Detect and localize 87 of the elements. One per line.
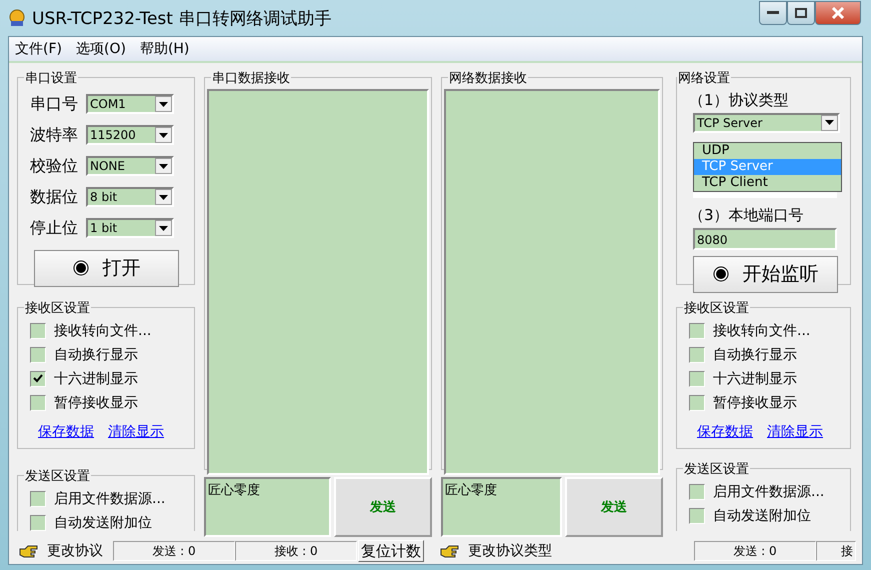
checkbox-label: 十六进制显示 (713, 370, 797, 388)
close-icon (831, 7, 845, 19)
dropdown[interactable]: 1 bit (86, 218, 174, 238)
field-label: 停止位 (30, 218, 79, 239)
dropdown[interactable]: COM1 (86, 94, 174, 114)
checkbox[interactable] (689, 508, 705, 524)
field-label: （1）协议类型 (689, 90, 790, 110)
group-title: 发送区设置 (683, 460, 750, 478)
maximize-button[interactable] (787, 1, 815, 25)
checkbox-label: 暂停接收显示 (54, 394, 138, 412)
dropdown-arrow-icon (159, 132, 168, 138)
dropdown-arrow-icon (825, 120, 834, 126)
checkbox[interactable] (30, 322, 46, 339)
minimize-button[interactable] (759, 1, 787, 25)
checkbox[interactable] (30, 346, 46, 363)
reset-count-button[interactable]: 复位计数 (358, 540, 424, 562)
group-title: 串口设置 (24, 70, 78, 87)
dropdown[interactable]: 115200 (86, 125, 174, 146)
sent-count: 发送 : 0 (694, 541, 816, 562)
dropdown-option[interactable]: UDP (694, 142, 841, 159)
received-count: 接 (816, 541, 856, 562)
dropdown-option[interactable]: TCP Client (694, 174, 841, 191)
checkbox-label: 暂停接收显示 (713, 394, 797, 412)
checkbox[interactable] (689, 370, 705, 387)
field-label: 波特率 (30, 124, 79, 146)
minimize-icon (767, 11, 779, 15)
checkbox[interactable] (30, 490, 46, 507)
dropdown[interactable]: 8 bit (86, 187, 174, 208)
dropdown-arrow-icon (159, 194, 168, 200)
dropdown-arrow-icon (159, 102, 168, 107)
open-button[interactable]: 打开 (34, 250, 179, 287)
group-title: 网络数据接收 (448, 70, 528, 87)
pointing-hand-icon (19, 544, 39, 558)
group-title: 串口数据接收 (211, 70, 291, 87)
radio-dot-icon (712, 266, 728, 282)
sent-count: 发送 : 0 (113, 541, 235, 562)
checkbox-label: 自动换行显示 (713, 346, 797, 364)
status-hint: 更改协议 (47, 542, 104, 560)
checkbox-label: 启用文件数据源... (713, 482, 824, 501)
close-button[interactable] (815, 1, 861, 25)
dropdown-arrow-icon (159, 164, 168, 169)
checkbox[interactable] (30, 394, 46, 411)
menu-item[interactable]: 选项(O) (76, 40, 126, 58)
dropdown[interactable]: NONE (86, 156, 174, 176)
field-label: 数据位 (30, 186, 79, 208)
send-text-area[interactable]: 匠心零度 (204, 476, 331, 537)
dropdown[interactable]: TCP Server (693, 112, 840, 133)
checkbox[interactable] (689, 484, 705, 500)
pointing-hand-icon (440, 544, 460, 558)
group-title: 发送区设置 (24, 468, 91, 485)
group-title: 网络设置 (677, 70, 731, 87)
dropdown-arrow-icon (159, 226, 168, 231)
app-logo-icon (8, 9, 26, 27)
checkbox[interactable] (689, 394, 705, 411)
checkmark-icon (33, 374, 43, 384)
text-link[interactable]: 保存数据 (697, 422, 753, 441)
group-title: 接收区设置 (683, 300, 750, 317)
checkbox[interactable] (689, 322, 705, 339)
checkbox-label: 自动发送附加位 (54, 514, 152, 531)
text-link[interactable]: 清除显示 (108, 422, 164, 441)
checkbox-label: 接收转向文件... (54, 322, 152, 340)
checkbox-label: 接收转向文件... (713, 322, 810, 340)
text-link[interactable]: 保存数据 (38, 422, 94, 441)
checkbox[interactable] (30, 514, 46, 531)
send-button[interactable]: 发送 (334, 476, 432, 537)
radio-dot-icon (72, 260, 88, 276)
send-button[interactable]: 发送 (565, 476, 663, 537)
window-title: USR-TCP232-Test 串口转网络调试助手 (32, 8, 332, 30)
checkbox[interactable] (689, 346, 705, 363)
checkbox-label: 启用文件数据源... (54, 490, 166, 508)
listen-button[interactable]: 开始监听 (693, 256, 838, 293)
field-label: （3）本地端口号 (689, 206, 805, 225)
menu-item[interactable]: 文件(F) (15, 40, 62, 58)
field-label: 校验位 (30, 156, 79, 177)
menu-item[interactable]: 帮助(H) (140, 40, 190, 58)
received-count: 接收 : 0 (235, 541, 357, 562)
group-title: 接收区设置 (24, 300, 91, 317)
text-link[interactable]: 清除显示 (767, 422, 823, 441)
checkbox-label: 自动发送附加位 (713, 506, 811, 525)
checkbox-label: 十六进制显示 (54, 370, 138, 388)
port-field[interactable]: 8080 (693, 228, 837, 250)
send-text-area[interactable]: 匠心零度 (441, 476, 562, 537)
checkbox-label: 自动换行显示 (54, 346, 138, 364)
maximize-icon (795, 8, 807, 18)
status-hint: 更改协议类型 (468, 542, 553, 560)
field-label: 串口号 (30, 94, 79, 115)
checkbox[interactable] (30, 370, 46, 387)
